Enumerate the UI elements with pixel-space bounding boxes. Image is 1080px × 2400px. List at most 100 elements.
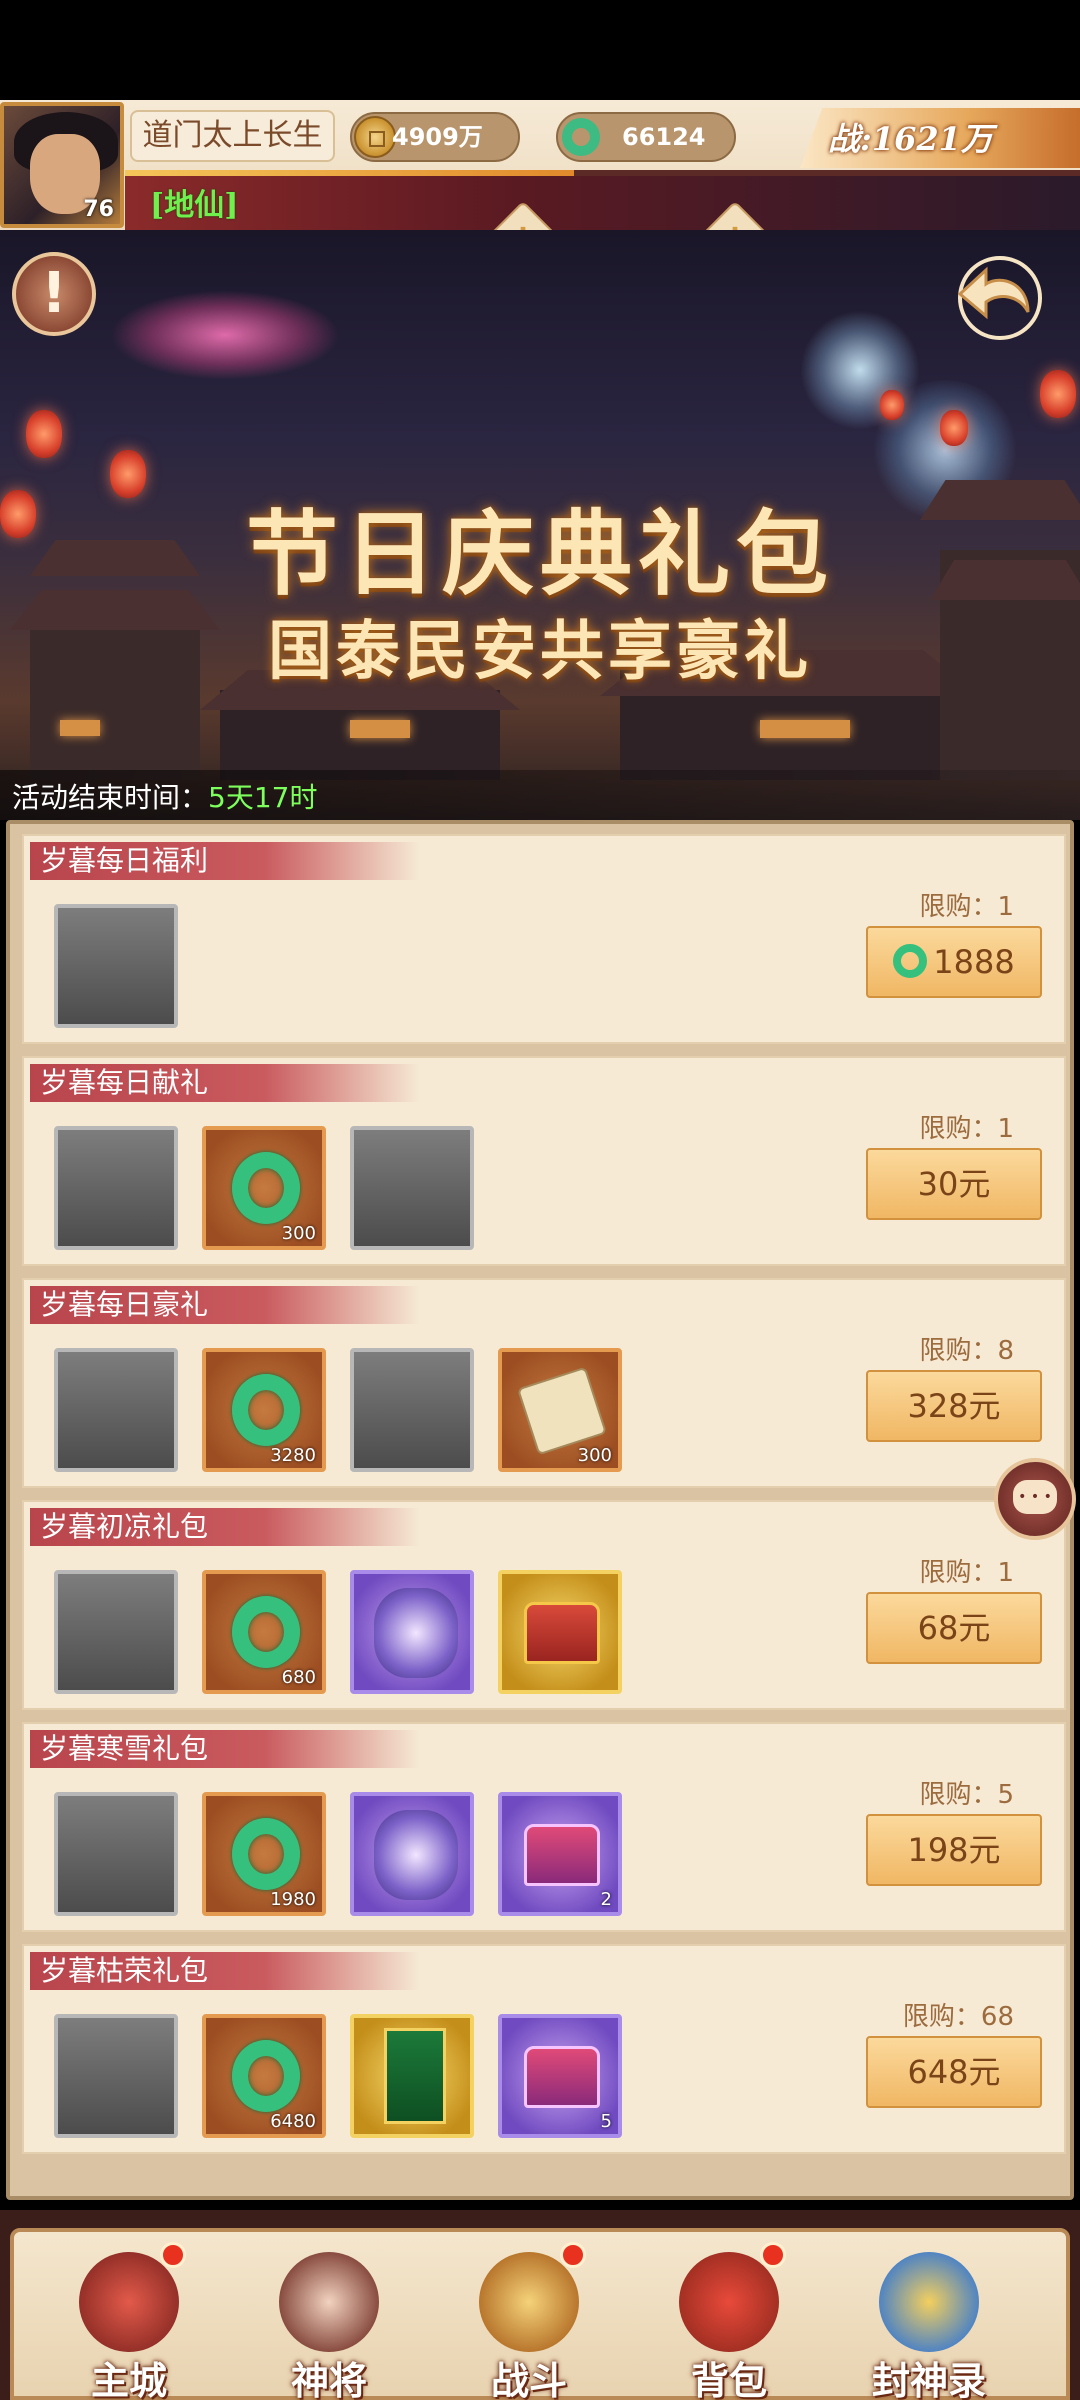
hero-icon <box>279 2252 379 2352</box>
buy-button[interactable]: 30元 <box>866 1148 1042 1220</box>
chest-item-slot[interactable]: 5 <box>498 2014 622 2138</box>
return-arrow-icon <box>957 256 1042 340</box>
gift-pack-panel: 岁暮每日福利 限购：1 1888 岁暮每日献礼 300 限购：1 30元岁暮每日豪礼 3280… <box>6 820 1074 2200</box>
item-quantity: 2 <box>600 1889 612 1910</box>
purchase-limit: 限购：1 <box>919 1114 1014 1144</box>
gift-pack-row: 岁暮寒雪礼包 1980 2 限购：5 198元 <box>22 1722 1066 1932</box>
jade-icon <box>232 1152 300 1224</box>
treasure-chest-icon <box>524 1824 600 1886</box>
jade-item-slot[interactable]: 6480 <box>202 2014 326 2138</box>
banner-item-slot[interactable] <box>350 2014 474 2138</box>
player-name: 道门太上长生 <box>130 110 335 162</box>
bag-icon <box>679 2252 779 2352</box>
jade-icon <box>232 2040 300 2112</box>
avatar[interactable]: 76 <box>0 102 124 228</box>
gift-pack-row: 岁暮初凉礼包 680 限购：1 68元 <box>22 1500 1066 1710</box>
empty-item-slot[interactable] <box>54 904 178 1028</box>
nav-label: 主城 <box>90 2358 167 2400</box>
purchase-limit: 限购：1 <box>919 1558 1014 1588</box>
jade-currency: 66124 <box>556 112 736 162</box>
chest-item-slot[interactable] <box>498 1570 622 1694</box>
treasure-chest-icon <box>524 2046 600 2108</box>
purchase-limit: 限购：5 <box>919 1780 1014 1810</box>
empty-item-slot[interactable] <box>54 1348 178 1472</box>
nav-item[interactable]: 战斗 <box>444 2232 614 2400</box>
player-level: 76 <box>83 197 114 222</box>
buy-button[interactable]: 198元 <box>866 1814 1042 1886</box>
lantern-icon <box>940 410 968 446</box>
empty-item-slot[interactable] <box>54 1792 178 1916</box>
nav-label: 战斗 <box>490 2358 567 2400</box>
hero-item-slot[interactable] <box>350 1570 474 1694</box>
jade-icon <box>232 1818 300 1890</box>
gift-pack-row: 岁暮每日豪礼 3280 300 限购：8 328元 <box>22 1278 1066 1488</box>
exclamation-icon: ! <box>41 261 67 326</box>
event-banner: 节日庆典礼包 国泰民安共享豪礼 ! 活动结束时间：5天17时 <box>0 230 1080 820</box>
jade-item-slot[interactable]: 3280 <box>202 1348 326 1472</box>
lantern-icon <box>1040 370 1076 418</box>
nav-item[interactable]: 封神录 <box>844 2232 1014 2400</box>
item-quantity: 5 <box>600 2111 612 2132</box>
jade-icon <box>232 1374 300 1446</box>
window-light <box>350 720 410 738</box>
chat-bubble-icon <box>1013 1480 1057 1514</box>
price-label: 198元 <box>907 1831 1001 1869</box>
nav-item[interactable]: 主城 <box>44 2232 214 2400</box>
status-bar <box>0 0 1080 100</box>
jade-item-slot[interactable]: 680 <box>202 1570 326 1694</box>
buy-button[interactable]: 648元 <box>866 2036 1042 2108</box>
jade-icon <box>893 944 928 978</box>
nav-item[interactable]: 背包 <box>644 2232 814 2400</box>
item-quantity: 1980 <box>270 1889 316 1910</box>
chest-item-slot[interactable]: 2 <box>498 1792 622 1916</box>
buy-button[interactable]: 328元 <box>866 1370 1042 1442</box>
empty-item-slot[interactable] <box>54 2014 178 2138</box>
price-label: 68元 <box>917 1609 991 1647</box>
banner-subtitle: 国泰民安共享豪礼 <box>268 614 812 689</box>
item-quantity: 300 <box>281 1223 316 1244</box>
notification-dot <box>760 2242 786 2268</box>
gift-pack-row: 岁暮枯荣礼包 6480 5 限购：68 648元 <box>22 1944 1066 2154</box>
city-icon <box>79 2252 179 2352</box>
item-quantity: 3280 <box>270 1445 316 1466</box>
bottom-nav: 主城 神将 战斗 背包 封神录 <box>10 2228 1070 2400</box>
info-button[interactable]: ! <box>12 252 96 336</box>
jade-icon <box>562 118 600 156</box>
price-label: 1888 <box>933 943 1015 981</box>
nav-item[interactable]: 神将 <box>244 2232 414 2400</box>
exp-progress-bar <box>125 170 1080 176</box>
nav-label: 封神录 <box>871 2358 986 2400</box>
pack-title: 岁暮每日献礼 <box>30 1064 420 1102</box>
empty-item-slot[interactable] <box>54 1126 178 1250</box>
price-label: 30元 <box>917 1165 991 1203</box>
buy-button[interactable]: 1888 <box>866 926 1042 998</box>
coin-icon <box>354 116 396 158</box>
player-rank: [地仙] <box>150 188 239 223</box>
jade-item-slot[interactable]: 1980 <box>202 1792 326 1916</box>
pack-title: 岁暮每日豪礼 <box>30 1286 420 1324</box>
hero-portrait-icon <box>374 1588 458 1678</box>
buy-button[interactable]: 68元 <box>866 1592 1042 1664</box>
empty-item-slot[interactable] <box>350 1126 474 1250</box>
hero-portrait-icon <box>374 1810 458 1900</box>
purchase-limit: 限购：8 <box>919 1336 1014 1366</box>
back-button[interactable] <box>950 250 1050 346</box>
empty-item-slot[interactable] <box>350 1348 474 1472</box>
pack-title: 岁暮枯荣礼包 <box>30 1952 420 1990</box>
lantern-icon <box>880 390 904 420</box>
gift-pack-row: 岁暮每日福利 限购：1 1888 <box>22 834 1066 1044</box>
exp-progress-fill <box>125 170 574 176</box>
price-label: 328元 <box>907 1387 1001 1425</box>
notification-dot <box>560 2242 586 2268</box>
hero-item-slot[interactable] <box>350 1792 474 1916</box>
combat-power-value: 战:1621万 <box>828 120 993 158</box>
nav-label: 背包 <box>690 2358 767 2400</box>
empty-item-slot[interactable] <box>54 1570 178 1694</box>
scroll-item-slot[interactable]: 300 <box>498 1348 622 1472</box>
notification-dot <box>160 2242 186 2268</box>
chat-button[interactable] <box>994 1458 1076 1540</box>
jade-item-slot[interactable]: 300 <box>202 1126 326 1250</box>
battle-icon <box>479 2252 579 2352</box>
lantern-icon <box>26 410 62 458</box>
war-banner-icon <box>384 2028 446 2124</box>
